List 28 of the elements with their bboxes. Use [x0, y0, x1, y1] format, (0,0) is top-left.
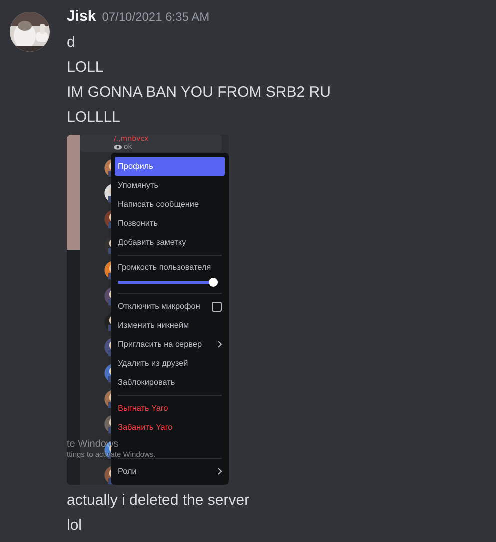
menu-item[interactable]: Роли: [115, 462, 225, 481]
message-text: IM GONNA BAN YOU FROM SRB2 RU: [67, 83, 331, 103]
menu-item[interactable]: Заблокировать: [115, 373, 225, 392]
checkbox[interactable]: [212, 302, 222, 312]
menu-item[interactable]: Упомянуть: [115, 176, 225, 195]
menu-item[interactable]: Отключить микрофон: [115, 297, 225, 316]
message-text: actually i deleted the server: [67, 491, 251, 511]
menu-label: Громкость пользователя: [118, 263, 212, 272]
menu-item[interactable]: Изменить никнейм: [115, 316, 225, 335]
menu-item[interactable]: Удалить из друзей: [115, 354, 225, 373]
chevron-right-icon: [218, 341, 222, 348]
volume-slider[interactable]: [118, 278, 218, 287]
menu-item[interactable]: Забанить Yaro: [115, 418, 225, 437]
menu-item[interactable]: Добавить заметку: [115, 233, 225, 252]
timestamp: 07/10/2021 6:35 AM: [102, 10, 210, 24]
message-text: d: [67, 33, 76, 53]
menu-item[interactable]: Пригласить на сервер: [115, 335, 225, 354]
author-name[interactable]: Jisk: [67, 8, 96, 25]
menu-item[interactable]: Написать сообщение: [115, 195, 225, 214]
menu-item[interactable]: Выгнать Yaro: [115, 399, 225, 418]
menu-item[interactable]: Позвонить: [115, 214, 225, 233]
eye-icon: [114, 144, 122, 150]
image-attachment[interactable]: [67, 135, 229, 485]
message-text: lol: [67, 516, 84, 536]
message-text: LOLL: [67, 58, 105, 78]
chevron-right-icon: [218, 468, 222, 475]
menu-item[interactable]: Профиль: [115, 157, 225, 176]
message-text: LOLLLL: [67, 108, 122, 128]
